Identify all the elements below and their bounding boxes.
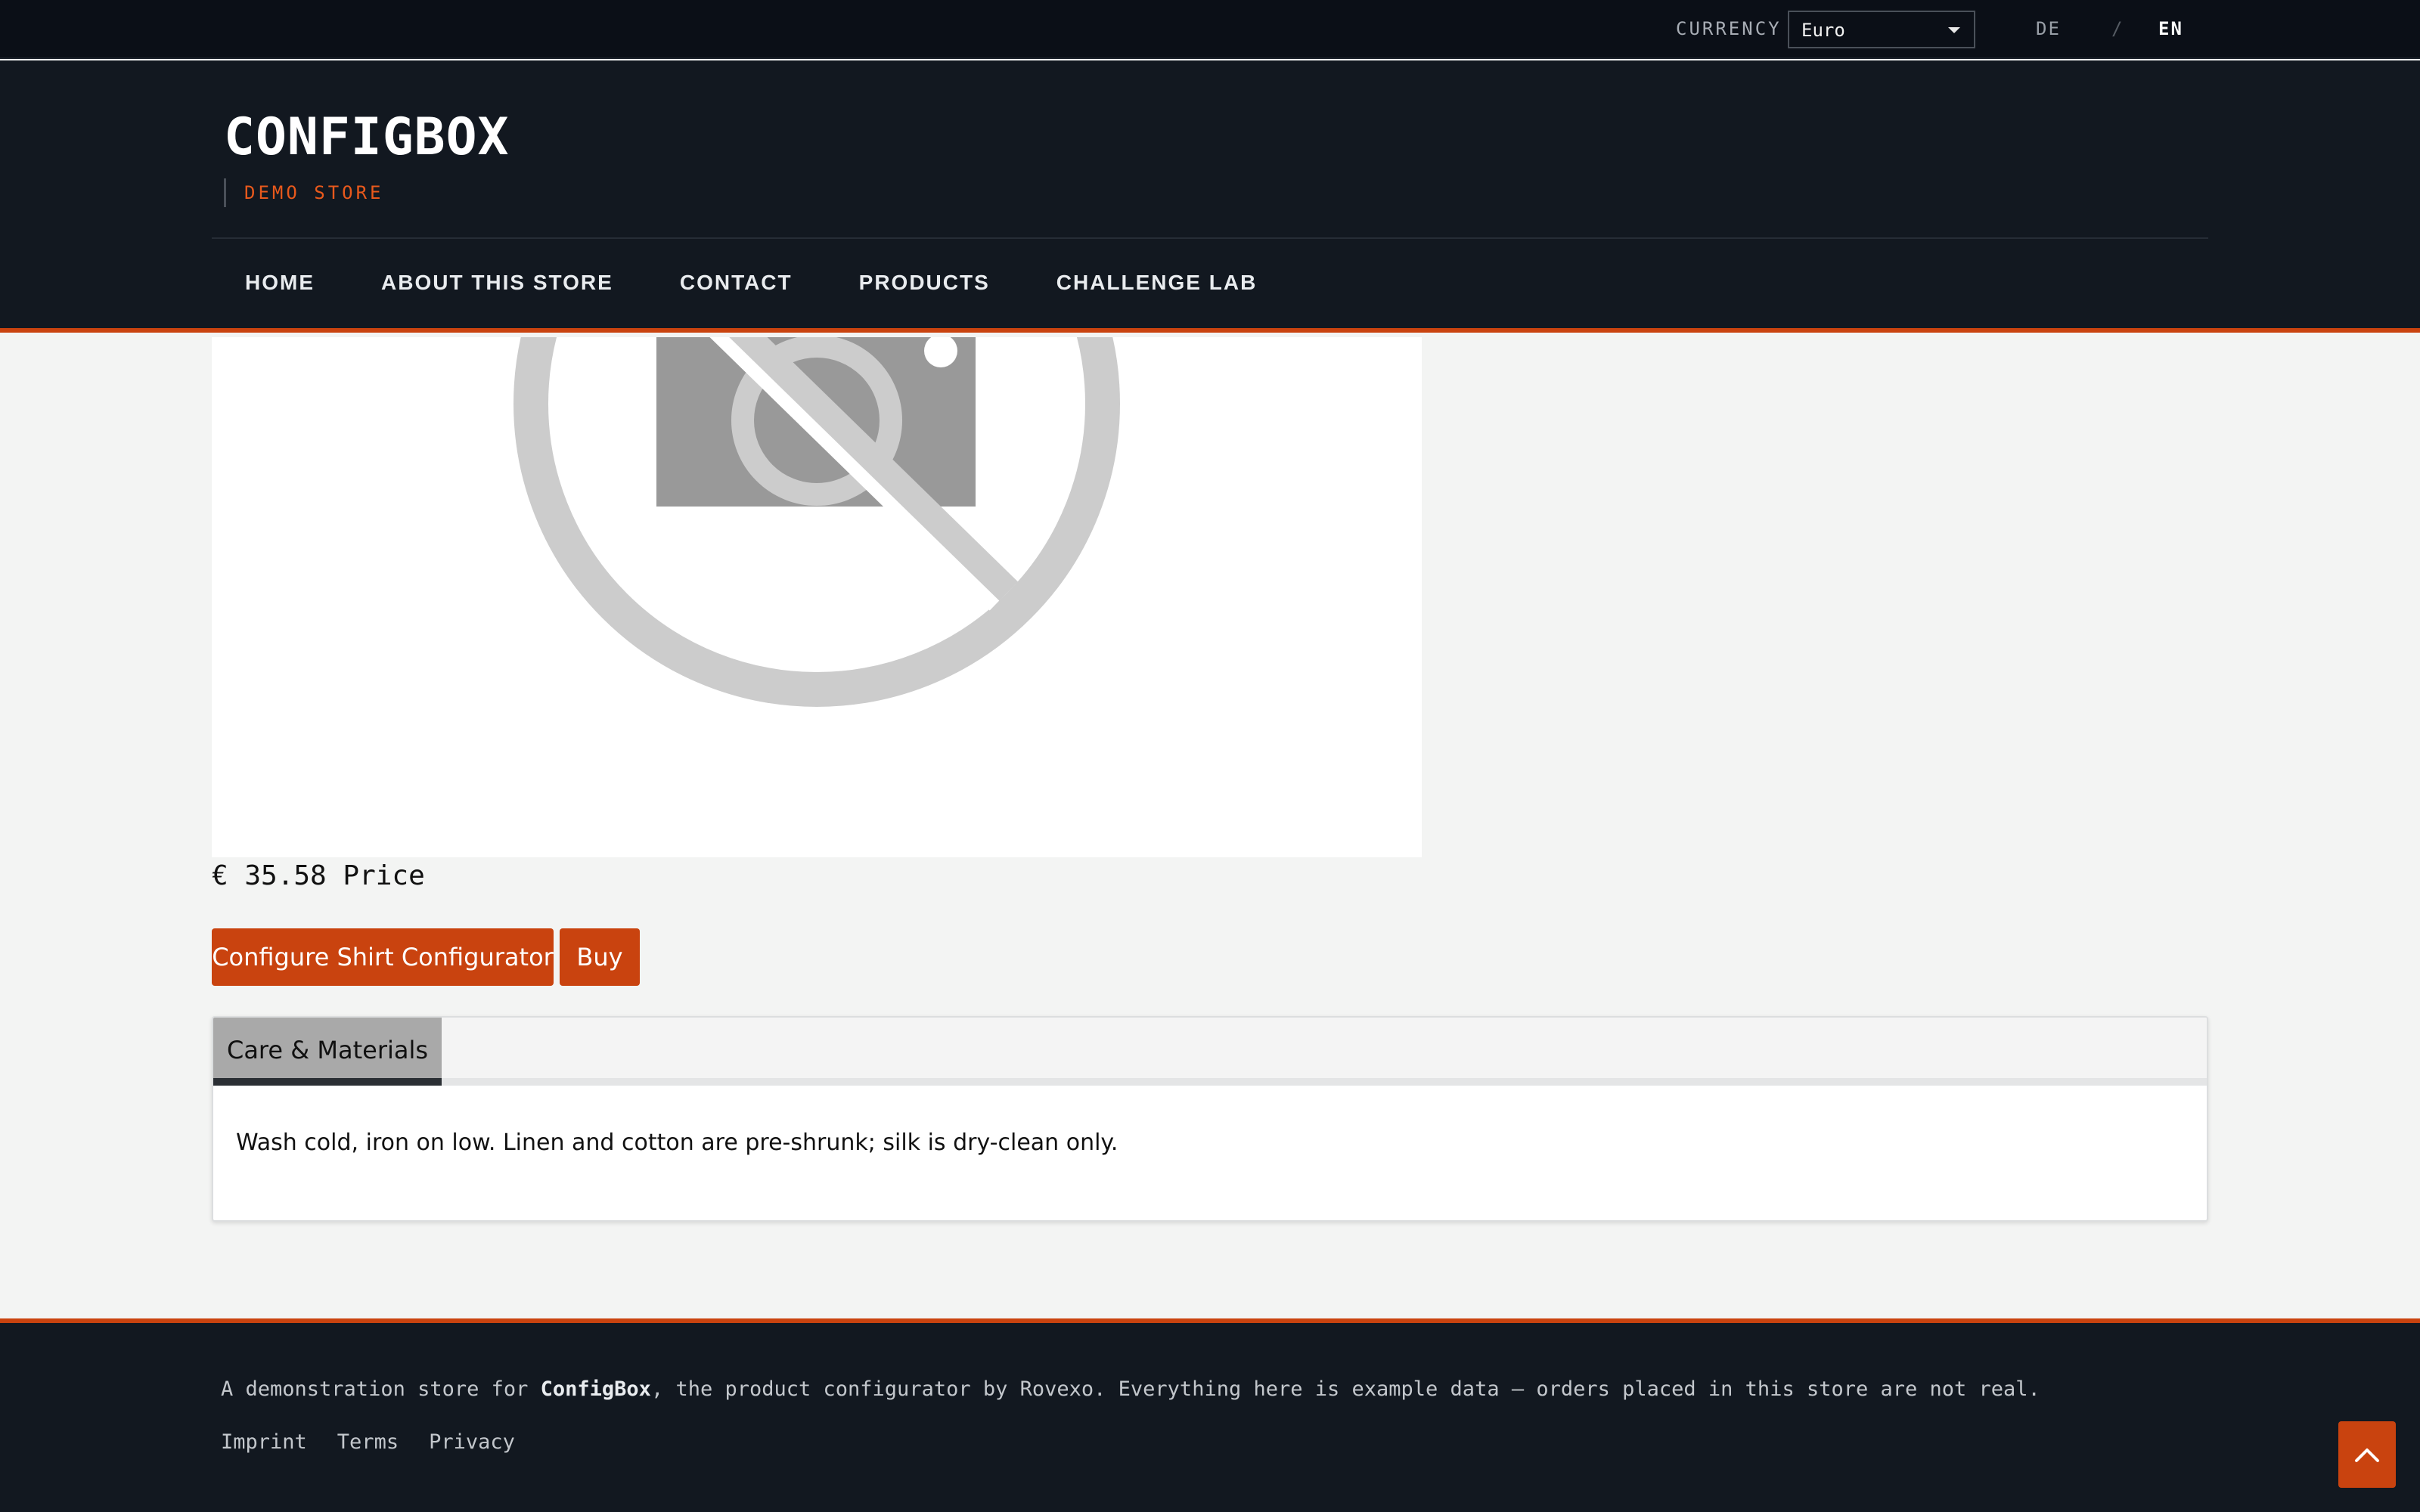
- no-image-icon: [513, 337, 1120, 707]
- nav-item-about[interactable]: ABOUT THIS STORE: [348, 239, 647, 327]
- nav-item-home[interactable]: HOME: [212, 239, 348, 327]
- site-tagline: DEMO STORE: [224, 178, 384, 207]
- footer-link-terms[interactable]: Terms: [337, 1430, 399, 1454]
- tab-care-materials[interactable]: Care & Materials: [213, 1018, 442, 1086]
- buy-button[interactable]: Buy: [560, 928, 640, 986]
- currency-label: CURRENCY: [1676, 18, 1782, 39]
- footer-brand: ConfigBox: [540, 1377, 651, 1401]
- top-bar: CURRENCY Euro DE / EN: [0, 0, 2420, 59]
- chevron-up-icon: [2355, 1448, 2379, 1462]
- nav-item-contact[interactable]: CONTACT: [647, 239, 826, 327]
- site-footer: A demonstration store for ConfigBox, the…: [0, 1318, 2420, 1512]
- nav-item-challenge-lab[interactable]: CHALLENGE LAB: [1023, 239, 1291, 327]
- language-de-link[interactable]: DE: [2036, 18, 2061, 39]
- site-logo[interactable]: CONFIGBOX: [224, 107, 509, 167]
- chevron-down-icon: [1948, 27, 1960, 33]
- footer-disclaimer: A demonstration store for ConfigBox, the…: [221, 1377, 2040, 1401]
- currency-select[interactable]: Euro: [1788, 11, 1975, 48]
- product-tabs: Care & Materials Wash cold, iron on low.…: [212, 1016, 2208, 1222]
- scroll-to-top-button[interactable]: [2338, 1421, 2396, 1488]
- footer-text-before: A demonstration store for: [221, 1377, 541, 1401]
- nav-item-products[interactable]: PRODUCTS: [826, 239, 1023, 327]
- product-image: [212, 337, 1422, 857]
- footer-link-imprint[interactable]: Imprint: [221, 1430, 307, 1454]
- main-nav: HOME ABOUT THIS STORE CONTACT PRODUCTS C…: [212, 239, 1290, 327]
- language-en-link[interactable]: EN: [2158, 18, 2183, 39]
- language-separator: /: [2111, 18, 2124, 39]
- currency-select-value: Euro: [1801, 20, 1845, 41]
- tab-bar: Care & Materials: [213, 1018, 2207, 1086]
- tab-content: Wash cold, iron on low. Linen and cotton…: [236, 1129, 1118, 1156]
- footer-link-privacy[interactable]: Privacy: [429, 1430, 515, 1454]
- site-header: CONFIGBOX DEMO STORE HOME ABOUT THIS STO…: [0, 60, 2420, 333]
- footer-links: Imprint Terms Privacy: [221, 1430, 515, 1454]
- product-price: € 35.58 Price: [212, 860, 425, 891]
- configure-button[interactable]: Configure Shirt Configurator: [212, 928, 554, 986]
- footer-text-after: , the product configurator by Rovexo. Ev…: [650, 1377, 2040, 1401]
